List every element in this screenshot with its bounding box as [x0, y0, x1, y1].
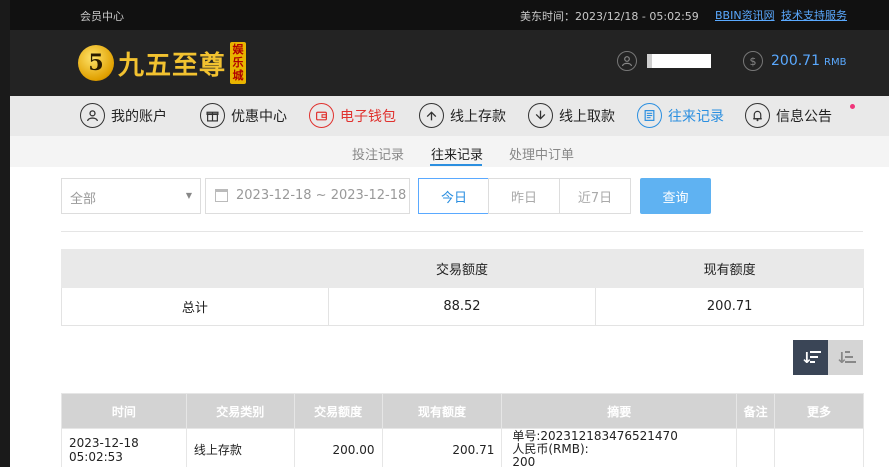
user-circle-icon [617, 51, 637, 71]
summary-table: 交易额度 现有额度 总计 88.52 200.71 [61, 249, 864, 326]
user-icon [80, 103, 105, 128]
logo-mark-icon: 5 [78, 45, 114, 81]
withdraw-icon [528, 103, 553, 128]
nav-promotions[interactable]: 优惠中心 [200, 103, 287, 128]
col-balance: 现有额度 [381, 393, 503, 429]
sort-ascending-button[interactable]: ↓ [828, 340, 863, 375]
eastern-time-label: 美东时间：2023/12/18 - 05:02:59 [520, 10, 699, 23]
tab-transaction-records[interactable]: 往来记录 [431, 144, 483, 163]
logo-text: 九五至尊 [118, 50, 227, 81]
cell-type: 线上存款 [185, 428, 295, 467]
wallet-icon [309, 103, 334, 128]
user-info[interactable] [617, 51, 711, 71]
caret-down-icon: ▼ [185, 191, 192, 200]
bbin-info-link[interactable]: BBIN资讯网 [715, 7, 775, 23]
nav-announcements[interactable]: 信息公告 [745, 103, 832, 128]
date-range-value: 2023-12-18 ~ 2023-12-18 [236, 188, 407, 203]
col-amount: 交易额度 [293, 393, 383, 429]
col-summary: 摘要 [501, 393, 738, 429]
col-type: 交易类别 [185, 393, 295, 429]
cell-time: 2023-12-18 05:02:53 [61, 428, 187, 467]
nav-label: 往来记录 [668, 108, 724, 125]
username-redacted [647, 54, 711, 68]
deposit-icon [419, 103, 444, 128]
record-icon [637, 103, 662, 128]
transactions-table: 时间 交易类别 交易额度 现有额度 摘要 备注 更多 2023-12-18 05… [61, 393, 864, 467]
dollar-circle-icon: $ [743, 51, 763, 71]
summary-value: 200 [512, 455, 536, 467]
nav-online-withdraw[interactable]: 线上取款 [528, 103, 615, 128]
summary-header-balance: 现有额度 [595, 249, 864, 288]
range-yesterday-button[interactable]: 昨日 [488, 178, 560, 214]
active-tab-underline [430, 164, 482, 166]
logo-subtitle: 娱乐城 [230, 42, 247, 84]
top-bar: 会员中心 美东时间：2023/12/18 - 05:02:59 BBIN资讯网 … [10, 0, 889, 30]
notification-dot [850, 104, 855, 109]
sub-nav: 投注记录 往来记录 处理中订单 [10, 136, 889, 167]
select-value: 全部 [70, 192, 97, 207]
transaction-type-select[interactable]: 全部 ▼ [61, 178, 201, 214]
member-center-label: 会员中心 [80, 10, 124, 23]
nav-label: 线上取款 [559, 108, 615, 125]
col-note: 备注 [736, 393, 776, 429]
window-left-edge [0, 0, 10, 467]
divider [61, 231, 863, 232]
sort-descending-icon: ↓ [801, 349, 821, 367]
balance-display: 200.71 RMB [771, 53, 846, 69]
summary-total-balance: 200.71 [595, 287, 864, 326]
summary-header-empty [61, 249, 329, 288]
nav-label: 我的账户 [111, 108, 167, 125]
balance-info: $ 200.71 RMB [743, 51, 846, 71]
cell-summary: 单号:202312183476521470 人民币(RMB): 200 [501, 428, 738, 467]
sort-ascending-icon: ↓ [836, 349, 856, 367]
col-time: 时间 [61, 393, 187, 429]
cell-more[interactable] [774, 428, 864, 467]
balance-value: 200.71 [771, 53, 820, 69]
sort-descending-button[interactable]: ↓ [793, 340, 828, 375]
range-today-button[interactable]: 今日 [418, 178, 490, 214]
summary-total-row: 总计 88.52 200.71 [61, 287, 864, 326]
summary-total-amount: 88.52 [327, 287, 597, 326]
cell-amount: 200.00 [293, 428, 383, 467]
summary-header-row: 交易额度 现有额度 [61, 249, 864, 288]
nav-e-wallet[interactable]: 电子钱包 [309, 103, 396, 128]
nav-online-deposit[interactable]: 线上存款 [419, 103, 506, 128]
tab-bet-records[interactable]: 投注记录 [352, 144, 404, 163]
nav-label: 线上存款 [450, 108, 506, 125]
site-logo[interactable]: 5 九五至尊 娱乐城 [78, 41, 247, 85]
cell-balance: 200.71 [381, 428, 503, 467]
tech-support-link[interactable]: 技术支持服务 [781, 7, 847, 23]
cell-note [736, 428, 776, 467]
nav-label: 优惠中心 [231, 108, 287, 125]
date-range-input[interactable]: 2023-12-18 ~ 2023-12-18 [205, 178, 410, 214]
main-nav: 我的账户 优惠中心 电子钱包 线上存款 线上取款 往来记录 信息公告 [10, 96, 889, 136]
range-last7days-button[interactable]: 近7日 [559, 178, 631, 214]
calendar-icon [215, 189, 228, 202]
nav-transaction-records[interactable]: 往来记录 [637, 103, 724, 128]
summary-total-label: 总计 [61, 287, 329, 326]
table-row: 2023-12-18 05:02:53 线上存款 200.00 200.71 单… [61, 428, 864, 467]
col-more: 更多 [774, 393, 864, 429]
nav-label: 电子钱包 [340, 108, 396, 125]
bell-icon [745, 103, 770, 128]
summary-currency: 人民币(RMB): [512, 442, 589, 456]
gift-icon [200, 103, 225, 128]
summary-header-amount: 交易额度 [327, 249, 597, 288]
transactions-header-row: 时间 交易类别 交易额度 现有额度 摘要 备注 更多 [61, 393, 864, 429]
site-header: 5 九五至尊 娱乐城 $ 200.71 RMB [10, 30, 889, 96]
query-button[interactable]: 查询 [640, 178, 711, 214]
tab-pending-orders[interactable]: 处理中订单 [509, 144, 574, 163]
nav-label: 信息公告 [776, 108, 832, 125]
balance-unit: RMB [824, 57, 847, 68]
nav-my-account[interactable]: 我的账户 [80, 103, 167, 128]
